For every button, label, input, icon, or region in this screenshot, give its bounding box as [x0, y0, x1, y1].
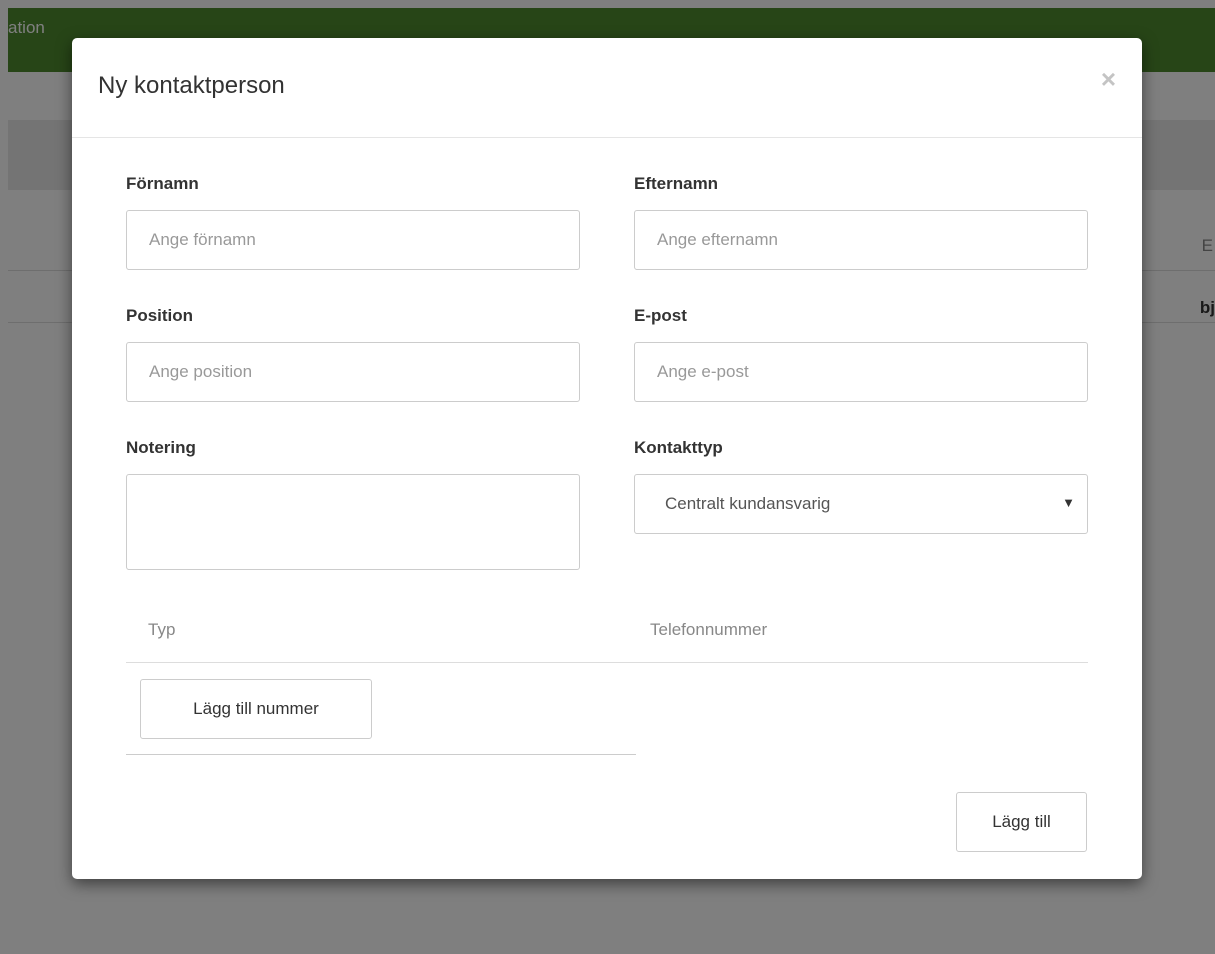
note-textarea[interactable]: [126, 474, 580, 570]
position-label: Position: [126, 306, 194, 325]
caret-down-icon: ▼: [1062, 495, 1075, 510]
email-label: E-post: [634, 306, 687, 325]
new-contact-modal: Ny kontaktperson × Förnamn Efternamn Pos…: [72, 38, 1142, 879]
phone-table-header: Typ Telefonnummer: [126, 608, 1088, 663]
add-contact-submit-button[interactable]: Lägg till: [956, 792, 1087, 852]
add-number-button[interactable]: Lägg till nummer: [140, 679, 372, 739]
last-name-label: Efternamn: [634, 174, 719, 193]
first-name-label: Förnamn: [126, 174, 199, 193]
phone-number-column-header: Telefonnummer: [650, 620, 768, 639]
contact-type-selected-value: Centralt kundansvarig: [665, 494, 831, 513]
contact-type-select[interactable]: Centralt kundansvarig ▼: [634, 474, 1088, 534]
email-input[interactable]: [634, 342, 1088, 402]
position-input[interactable]: [126, 342, 580, 402]
phone-section-divider: [126, 754, 636, 755]
modal-header: Ny kontaktperson ×: [72, 38, 1142, 138]
phone-type-column-header: Typ: [148, 620, 176, 639]
first-name-input[interactable]: [126, 210, 580, 270]
note-label: Notering: [126, 438, 196, 457]
close-icon[interactable]: ×: [1101, 66, 1116, 92]
modal-title: Ny kontaktperson: [98, 72, 285, 99]
contact-type-label: Kontakttyp: [634, 438, 723, 457]
last-name-input[interactable]: [634, 210, 1088, 270]
